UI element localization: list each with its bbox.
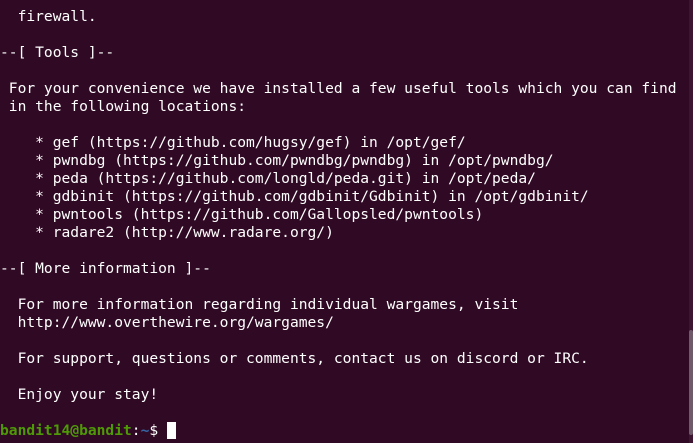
tool-list-item: * gdbinit (https://github.com/gdbinit/Gd…	[0, 188, 589, 205]
tool-list-item: * pwntools (https://github.com/Gallopsle…	[0, 206, 484, 223]
scrollbar-thumb[interactable]	[689, 330, 693, 435]
tool-list-item: * radare2 (http://www.radare.org/)	[0, 224, 334, 241]
scrollbar[interactable]	[689, 0, 693, 443]
section-heading-tools: --[ Tools ]--	[0, 44, 115, 61]
prompt-symbol: $	[149, 422, 159, 439]
tool-list-item: * pwndbg (https://github.com/pwndbg/pwnd…	[0, 152, 554, 169]
terminal-line: http://www.overthewire.org/wargames/	[0, 314, 334, 331]
terminal-line: firewall.	[0, 8, 97, 25]
terminal-window[interactable]: firewall. --[ Tools ]-- For your conveni…	[0, 0, 693, 443]
terminal-line: Enjoy your stay!	[0, 386, 159, 403]
terminal-line: For support, questions or comments, cont…	[0, 350, 589, 367]
text-cursor	[167, 422, 177, 439]
terminal-line: For more information regarding individua…	[0, 296, 519, 313]
terminal-line: For your convenience we have installed a…	[0, 80, 677, 97]
tool-list-item: * gef (https://github.com/hugsy/gef) in …	[0, 134, 466, 151]
section-heading-more-information: --[ More information ]--	[0, 260, 211, 277]
tool-list-item: * peda (https://github.com/longld/peda.g…	[0, 170, 536, 187]
shell-prompt[interactable]: bandit14@bandit:~$	[0, 422, 177, 440]
prompt-user-host: bandit14@bandit	[0, 422, 132, 439]
prompt-separator: :	[131, 422, 141, 439]
terminal-line: in the following locations:	[0, 98, 247, 115]
